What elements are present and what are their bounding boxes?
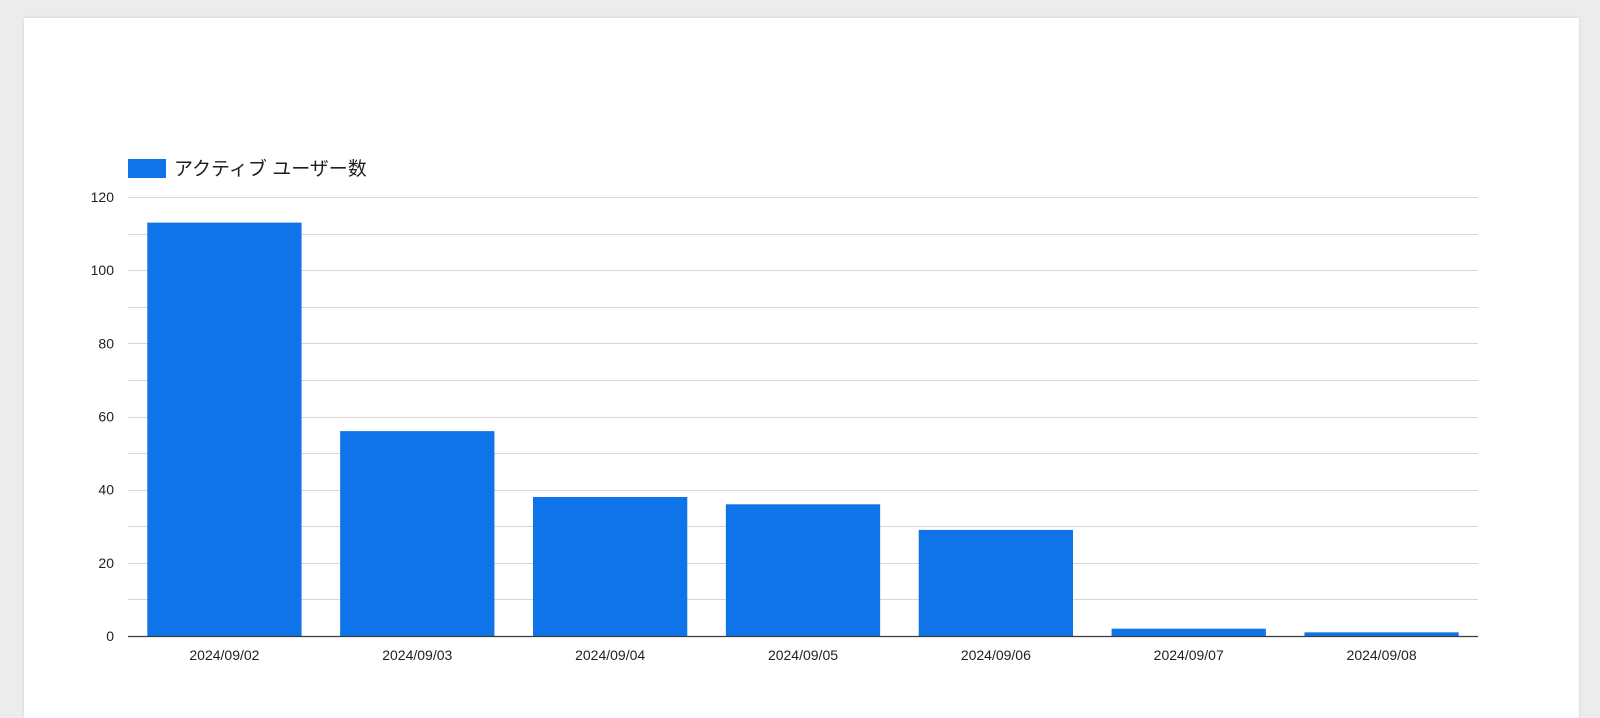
y-tick-label: 60 xyxy=(98,409,114,425)
bar[interactable] xyxy=(918,529,1073,636)
x-tick-label: 2024/09/08 xyxy=(1347,647,1417,663)
bar[interactable] xyxy=(340,431,495,636)
y-tick-label: 120 xyxy=(91,189,115,205)
y-tick-label: 20 xyxy=(98,555,114,571)
bar[interactable] xyxy=(533,496,688,636)
chart-card: 0 20 40 60 80 100 120 2024/09/02 2024/09/03 2024/… xyxy=(24,18,1579,718)
bar[interactable] xyxy=(147,222,302,636)
x-tick-label: 2024/09/05 xyxy=(768,647,838,663)
bar[interactable] xyxy=(1111,628,1266,636)
x-tick-label: 2024/09/04 xyxy=(575,647,645,663)
bar-chart: 0 20 40 60 80 100 120 2024/09/02 2024/09/03 2024/… xyxy=(91,157,1478,663)
bar[interactable] xyxy=(725,504,881,636)
x-tick-label: 2024/09/06 xyxy=(961,647,1031,663)
y-tick-label: 80 xyxy=(98,335,114,351)
bar[interactable] xyxy=(1304,632,1459,636)
x-tick-label: 2024/09/07 xyxy=(1154,647,1224,663)
y-tick-label: 40 xyxy=(98,482,114,498)
y-tick-label: 100 xyxy=(91,262,115,278)
bars xyxy=(147,222,1459,636)
legend-label: アクティブ ユーザー数 xyxy=(174,157,367,180)
legend-swatch xyxy=(128,159,166,178)
x-tick-label: 2024/09/02 xyxy=(189,647,259,663)
legend[interactable]: アクティブ ユーザー数 xyxy=(128,157,367,180)
y-tick-label: 0 xyxy=(106,628,114,644)
x-tick-label: 2024/09/03 xyxy=(382,647,452,663)
